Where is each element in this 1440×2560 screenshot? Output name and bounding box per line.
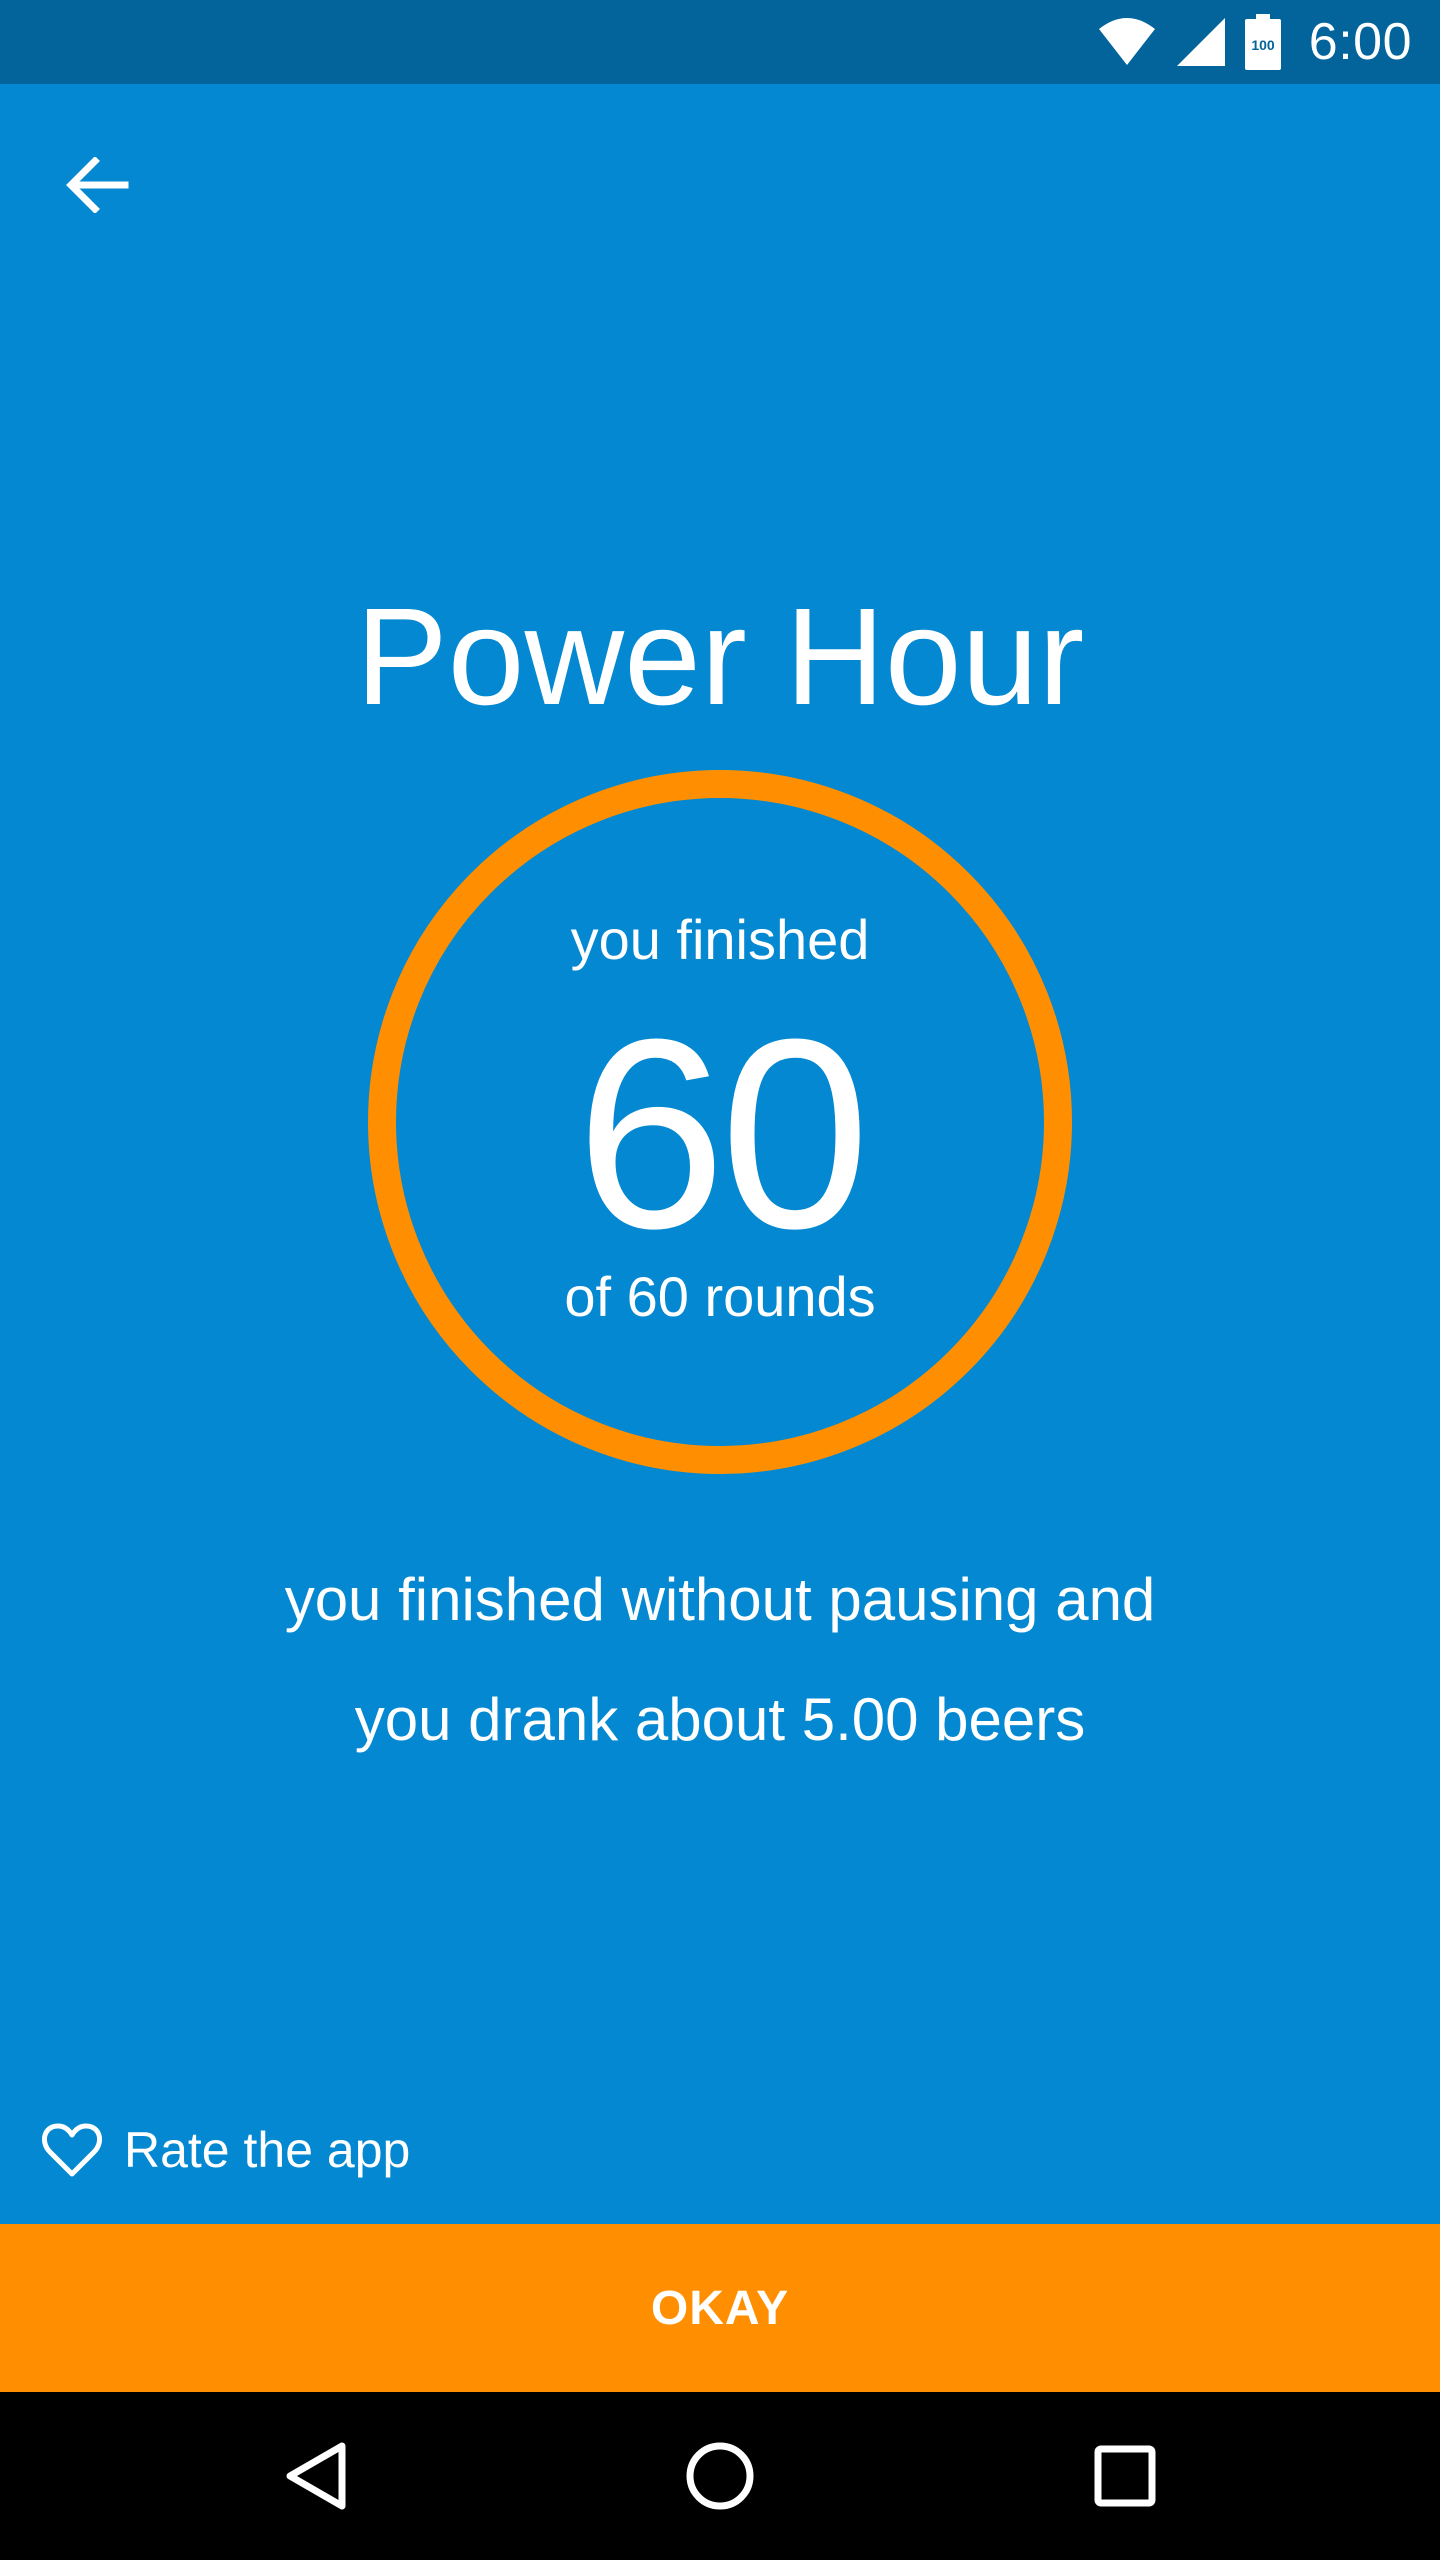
summary-line-1: you finished without pausing and — [284, 1566, 1156, 1633]
home-circle-icon — [684, 2440, 756, 2512]
recents-square-icon — [1093, 2444, 1157, 2508]
summary-line-2: you drank about 5.00 beers — [354, 1686, 1086, 1753]
okay-button[interactable]: OKAY — [0, 2224, 1440, 2392]
status-icons: 100 6:00 — [1097, 0, 1412, 84]
page-title: Power Hour — [355, 580, 1085, 734]
system-nav-bar — [0, 2392, 1440, 2560]
heart-outline-icon — [42, 2122, 102, 2178]
power-hour-result-screen: 100 6:00 Power Hour you finished 60 of 6… — [0, 0, 1440, 2560]
rate-app-link[interactable]: Rate the app — [42, 2115, 410, 2185]
arrow-back-icon — [65, 157, 129, 213]
nav-back-button[interactable] — [268, 2428, 364, 2524]
summary-text: you finished without pausing and you dra… — [0, 1540, 1440, 1780]
rounds-finished-value: 60 — [575, 984, 870, 1285]
back-button[interactable] — [52, 140, 142, 230]
ring-bottom-label: of 60 rounds — [564, 1265, 876, 1328]
cell-signal-icon — [1175, 16, 1227, 68]
back-triangle-icon — [284, 2440, 348, 2512]
status-bar: 100 6:00 — [0, 0, 1440, 84]
status-time: 6:00 — [1308, 13, 1412, 71]
rate-app-label: Rate the app — [124, 2122, 411, 2178]
battery-icon: 100 — [1244, 14, 1281, 70]
nav-home-button[interactable] — [672, 2428, 768, 2524]
nav-recents-button[interactable] — [1077, 2428, 1173, 2524]
ring-top-label: you finished — [570, 908, 870, 971]
wifi-icon — [1097, 17, 1157, 67]
battery-level-label: 100 — [1251, 37, 1275, 53]
